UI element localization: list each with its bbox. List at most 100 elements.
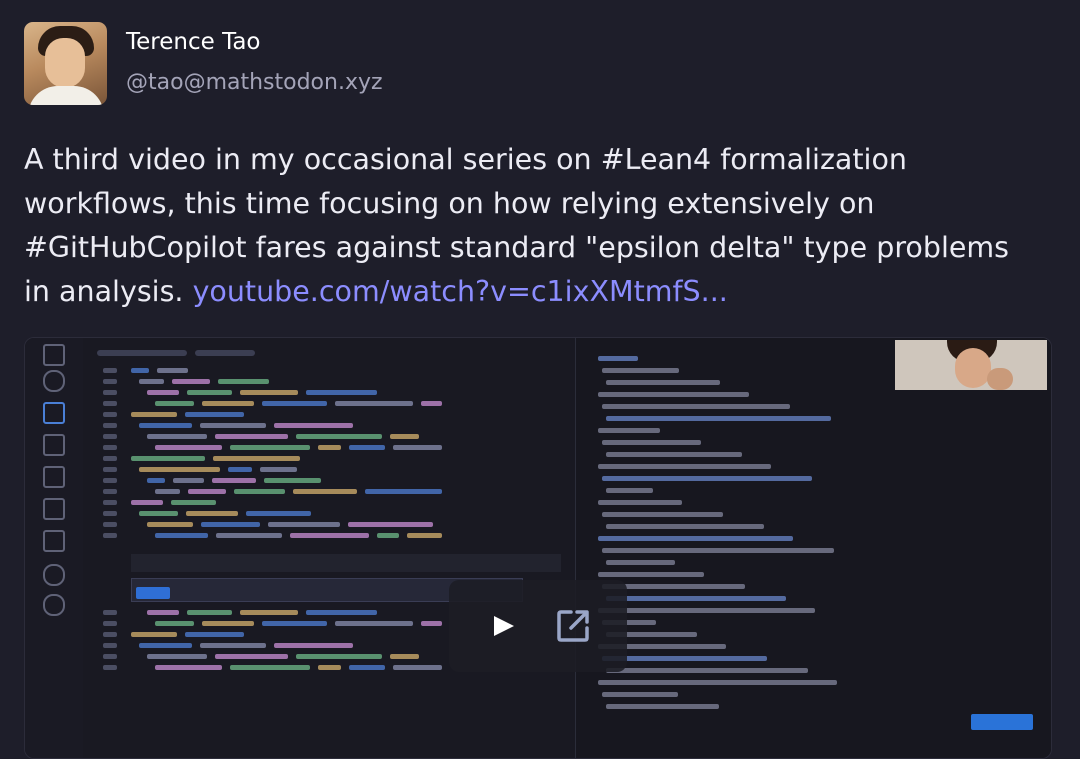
lean-infoview-pane — [575, 338, 1051, 758]
goal-line — [606, 560, 675, 565]
code-token — [262, 621, 327, 626]
goal-line — [598, 392, 749, 397]
code-token — [147, 478, 165, 483]
goal-line — [598, 500, 682, 505]
code-token — [407, 533, 442, 538]
code-token — [172, 379, 210, 384]
play-icon[interactable] — [489, 610, 519, 642]
goal-line — [606, 596, 786, 601]
code-token — [234, 489, 285, 494]
account-icon — [43, 564, 65, 586]
code-token — [147, 522, 193, 527]
goal-line — [602, 476, 812, 481]
code-token — [318, 665, 341, 670]
code-token — [200, 643, 266, 648]
code-token — [274, 643, 353, 648]
code-token — [393, 665, 442, 670]
goal-line — [598, 572, 704, 577]
open-external-icon[interactable] — [553, 606, 593, 646]
code-line — [103, 379, 117, 384]
code-token — [139, 643, 192, 648]
code-token — [393, 445, 442, 450]
hashtag-lean4[interactable]: #Lean4 — [601, 143, 711, 176]
remote-icon — [43, 498, 65, 520]
video-preview[interactable] — [24, 337, 1052, 759]
code-token — [131, 500, 163, 505]
code-token — [240, 610, 298, 615]
code-token — [202, 401, 254, 406]
code-token — [131, 368, 149, 373]
code-token — [157, 368, 188, 373]
code-token — [215, 434, 288, 439]
code-token — [131, 412, 177, 417]
code-token — [318, 445, 341, 450]
code-token — [274, 423, 353, 428]
code-token — [240, 390, 298, 395]
goal-line — [598, 680, 837, 685]
code-token — [139, 379, 164, 384]
code-line — [103, 423, 117, 428]
code-token — [390, 654, 419, 659]
code-token — [147, 434, 207, 439]
code-token — [147, 390, 179, 395]
code-token — [213, 456, 300, 461]
test-icon — [43, 530, 65, 552]
webcam-feed — [895, 340, 1047, 390]
goal-line — [598, 356, 638, 361]
author-name[interactable]: Terence Tao — [126, 29, 261, 55]
code-line — [103, 621, 117, 626]
goal-line — [602, 404, 790, 409]
code-token — [201, 522, 260, 527]
code-token — [365, 489, 442, 494]
code-token — [421, 401, 442, 406]
code-token — [187, 610, 232, 615]
code-token — [202, 621, 254, 626]
code-line — [103, 654, 117, 659]
code-token — [246, 511, 311, 516]
code-token — [349, 665, 385, 670]
code-token — [147, 654, 207, 659]
code-line — [103, 643, 117, 648]
goal-line — [602, 368, 679, 373]
editor-breadcrumb — [83, 346, 575, 360]
code-line — [103, 445, 117, 450]
code-token — [131, 456, 205, 461]
code-token — [171, 500, 216, 505]
code-line — [103, 478, 117, 483]
code-line — [103, 522, 117, 527]
code-token — [155, 445, 222, 450]
hashtag-githubcopilot[interactable]: #GitHubCopilot — [24, 231, 247, 264]
post-body: A third video in my occasional series on… — [24, 138, 1044, 314]
code-token — [185, 632, 244, 637]
webcam-face — [955, 348, 991, 388]
code-token — [293, 489, 357, 494]
code-token — [335, 621, 413, 626]
goal-line — [598, 536, 793, 541]
avatar[interactable] — [24, 22, 107, 105]
code-token — [348, 522, 433, 527]
goal-line — [602, 512, 723, 517]
youtube-link[interactable]: youtube.com/watch?v=c1ixXMtmfS... — [193, 275, 728, 308]
code-editor-pane — [83, 338, 589, 758]
code-token — [296, 654, 382, 659]
code-token — [139, 467, 220, 472]
extensions-icon — [43, 466, 65, 488]
code-token — [185, 412, 244, 417]
code-token — [377, 533, 399, 538]
restart-file-button-thumb — [971, 714, 1033, 730]
goal-line — [606, 416, 831, 421]
author-handle[interactable]: @tao@mathstodon.xyz — [126, 70, 383, 95]
code-token — [306, 390, 377, 395]
goal-line — [606, 524, 764, 529]
code-token — [390, 434, 419, 439]
code-token — [306, 610, 377, 615]
code-token — [216, 533, 282, 538]
goal-line — [606, 380, 720, 385]
code-line — [103, 456, 117, 461]
code-token — [268, 522, 340, 527]
code-line — [103, 665, 117, 670]
video-controls-overlay — [449, 580, 627, 672]
webcam-hand — [987, 368, 1013, 390]
code-token — [200, 423, 266, 428]
code-token — [230, 665, 310, 670]
